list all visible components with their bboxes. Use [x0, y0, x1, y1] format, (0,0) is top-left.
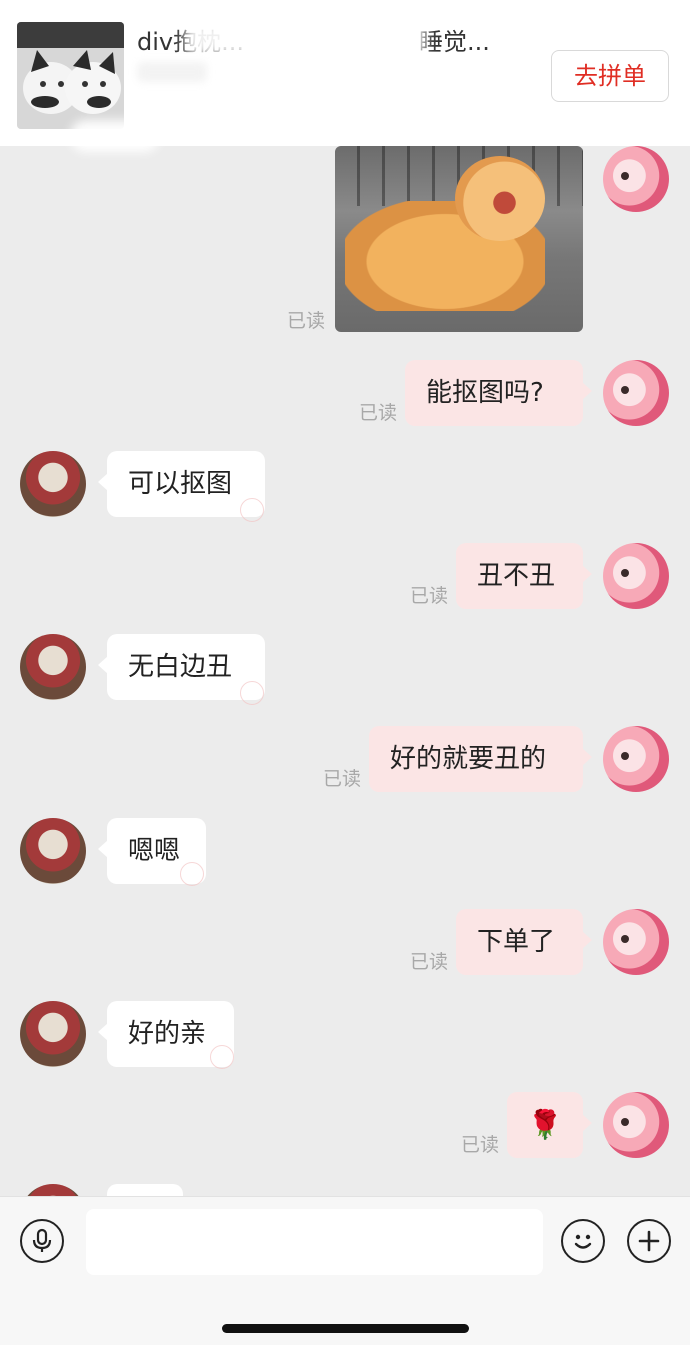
plus-glyph [638, 1230, 660, 1252]
merchant-avatar[interactable] [20, 451, 86, 517]
read-status: 已读 [359, 402, 398, 424]
merchant-avatar[interactable] [20, 1001, 86, 1067]
pin-watermark-icon [240, 681, 264, 705]
redaction-blur [185, 20, 425, 56]
self-avatar[interactable] [603, 146, 669, 212]
read-status: 已读 [410, 585, 449, 607]
read-status: 已读 [410, 951, 449, 973]
smiley-icon[interactable] [561, 1219, 605, 1263]
self-avatar[interactable] [603, 909, 669, 975]
sent-image-cat[interactable] [335, 146, 583, 332]
self-avatar[interactable] [603, 360, 669, 426]
smiley-glyph [574, 1234, 592, 1249]
pin-watermark-icon [240, 498, 264, 522]
microphone-glyph [32, 1228, 52, 1252]
message-bubble-self[interactable]: 好的就要丑的 [369, 726, 592, 792]
product-thumbnail[interactable] [17, 22, 124, 129]
home-indicator[interactable] [222, 1324, 469, 1333]
read-status: 已读 [323, 768, 362, 790]
pillow-cats-image [17, 22, 124, 129]
pin-watermark-icon [210, 1045, 234, 1069]
message-bubble-other-partial[interactable] [107, 1184, 183, 1196]
read-status: 已读 [461, 1134, 500, 1156]
message-bubble-rose[interactable]: 🌹 [507, 1092, 592, 1158]
pin-watermark-icon [180, 862, 204, 886]
group-buy-button[interactable]: 去拼单 [551, 50, 669, 102]
product-card[interactable]: div抱枕... 睡觉... 去拼单 [0, 0, 690, 152]
message-bubble-self[interactable]: 下单了 [456, 909, 592, 975]
message-bubble-self[interactable]: 能抠图吗? [405, 360, 592, 426]
redaction-blur [137, 62, 207, 82]
message-bubble-self[interactable]: 丑不丑 [456, 543, 592, 609]
microphone-icon[interactable] [20, 1219, 64, 1263]
plus-icon[interactable] [627, 1219, 671, 1263]
merchant-avatar[interactable] [20, 634, 86, 700]
read-status: 已读 [287, 310, 326, 332]
message-input[interactable] [86, 1209, 543, 1275]
merchant-avatar[interactable] [20, 1184, 86, 1196]
self-avatar[interactable] [603, 726, 669, 792]
self-avatar[interactable] [603, 543, 669, 609]
self-avatar[interactable] [603, 1092, 669, 1158]
message-input-bar [0, 1196, 690, 1345]
product-title-tail: 睡觉... [419, 28, 490, 54]
cat-head [455, 156, 545, 241]
merchant-avatar[interactable] [20, 818, 86, 884]
chat-message-list[interactable]: 已读 已读 能抠图吗? 可以抠图 已读 丑不丑 无白边丑 已读 好的就要丑的 嗯… [0, 146, 690, 1196]
